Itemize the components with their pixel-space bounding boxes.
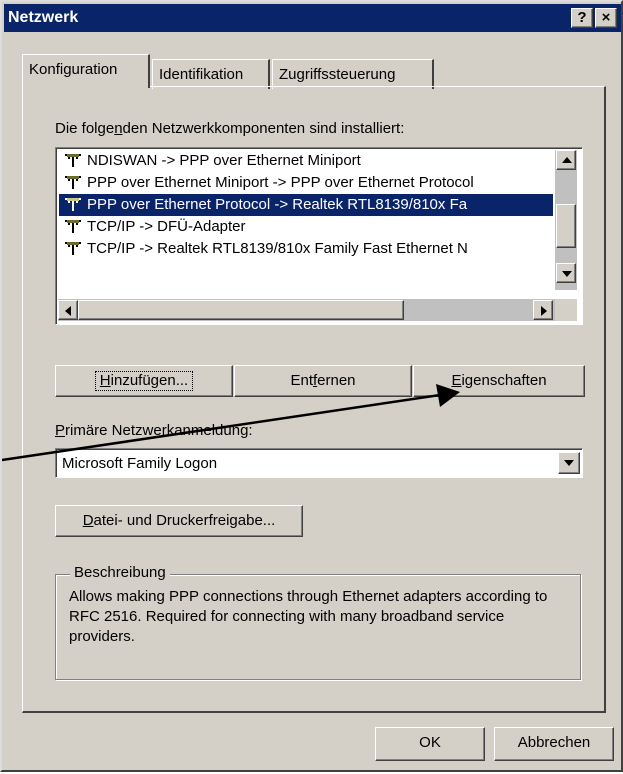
list-item-label: TCP/IP -> Realtek RTL8139/810x Family Fa… xyxy=(87,240,468,257)
chevron-down-icon[interactable] xyxy=(558,452,580,474)
components-label-part: Die folge xyxy=(55,120,115,137)
network-adapter-icon xyxy=(65,242,81,255)
help-button[interactable]: ? xyxy=(571,8,593,28)
close-button[interactable]: × xyxy=(595,8,617,28)
ok-label: OK xyxy=(419,734,441,751)
add-accel: H xyxy=(99,372,111,389)
add-rest: inzufügen... xyxy=(110,372,189,389)
list-item-selected[interactable]: PPP over Ethernet Protocol -> Realtek RT… xyxy=(59,194,553,216)
tab-zugriffssteuerung[interactable]: Zugriffssteuerung xyxy=(272,59,434,89)
list-item[interactable]: TCP/IP -> Realtek RTL8139/810x Family Fa… xyxy=(59,238,553,260)
description-title: Beschreibung xyxy=(70,564,170,581)
network-adapter-icon xyxy=(65,220,81,233)
tab-identifikation-label: Identifikation xyxy=(159,66,244,83)
scroll-left-arrow-icon[interactable] xyxy=(58,300,78,320)
title-bar[interactable]: Netzwerk ? × xyxy=(4,4,621,32)
vertical-scroll-thumb[interactable] xyxy=(556,204,576,248)
list-item[interactable]: TCP/IP -> DFÜ-Adapter xyxy=(59,216,553,238)
file-print-sharing-button[interactable]: Datei- und Druckerfreigabe... xyxy=(55,505,303,537)
remove-prefix: Ent xyxy=(290,372,313,389)
ok-button[interactable]: OK xyxy=(375,727,485,761)
add-button-label: Hinzufügen... xyxy=(94,371,194,391)
list-item-label: TCP/IP -> DFÜ-Adapter xyxy=(87,218,246,235)
list-item[interactable]: PPP over Ethernet Miniport -> PPP over E… xyxy=(59,172,553,194)
description-text: Allows making PPP connections through Et… xyxy=(69,588,548,645)
add-button[interactable]: Hinzufügen... xyxy=(55,365,233,397)
scroll-right-arrow-icon[interactable] xyxy=(533,300,553,320)
network-adapter-icon xyxy=(65,154,81,167)
tab-zugriffssteuerung-label: Zugriffssteuerung xyxy=(279,66,396,83)
tab-konfiguration-label: Konfiguration xyxy=(29,61,118,78)
properties-accel: E xyxy=(451,372,462,389)
vertical-scrollbar[interactable] xyxy=(555,150,577,290)
tab-konfiguration[interactable]: Konfiguration xyxy=(22,54,150,88)
properties-button[interactable]: Eigenschaften xyxy=(413,365,585,397)
list-item-label: PPP over Ethernet Miniport -> PPP over E… xyxy=(87,174,474,191)
file-print-rest: atei- und Druckerfreigabe... xyxy=(93,512,276,529)
horizontal-scroll-thumb[interactable] xyxy=(78,300,404,320)
file-print-accel: D xyxy=(82,512,94,529)
primary-logon-value: Microsoft Family Logon xyxy=(62,455,218,472)
primary-logon-combo[interactable]: Microsoft Family Logon xyxy=(55,448,583,478)
tab-identifikation[interactable]: Identifikation xyxy=(152,59,270,89)
horizontal-scrollbar[interactable] xyxy=(58,299,555,321)
remove-button[interactable]: Entfernen xyxy=(234,365,412,397)
components-label-part: den Netzwerkkomponenten sind installiert… xyxy=(122,120,405,137)
components-label-accel: n xyxy=(114,120,123,137)
logon-accel: P xyxy=(55,422,66,439)
list-item-label: PPP over Ethernet Protocol -> Realtek RT… xyxy=(87,196,468,213)
network-adapter-icon xyxy=(65,198,81,211)
remove-rest: ernen xyxy=(317,372,356,389)
network-dialog: Netzwerk ? × Konfiguration Identifikatio… xyxy=(0,0,623,772)
cancel-button[interactable]: Abbrechen xyxy=(494,727,614,761)
components-label: Die folgenden Netzwerkkomponenten sind i… xyxy=(55,120,404,137)
properties-rest: igenschaften xyxy=(461,372,547,389)
primary-logon-label: Primäre Netzwerkanmeldung: xyxy=(55,422,253,439)
scroll-down-arrow-icon[interactable] xyxy=(556,263,576,283)
cancel-label: Abbrechen xyxy=(517,734,591,751)
network-adapter-icon xyxy=(65,176,81,189)
components-listbox[interactable]: NDISWAN -> PPP over Ethernet Miniport PP… xyxy=(55,147,583,325)
list-item[interactable]: NDISWAN -> PPP over Ethernet Miniport xyxy=(59,150,553,172)
scroll-up-arrow-icon[interactable] xyxy=(556,150,576,170)
window-title: Netzwerk xyxy=(8,9,79,26)
logon-rest: rimäre Netzwerkanmeldung: xyxy=(65,422,253,439)
scrollbar-corner xyxy=(555,299,577,321)
list-item-label: NDISWAN -> PPP over Ethernet Miniport xyxy=(87,152,361,169)
